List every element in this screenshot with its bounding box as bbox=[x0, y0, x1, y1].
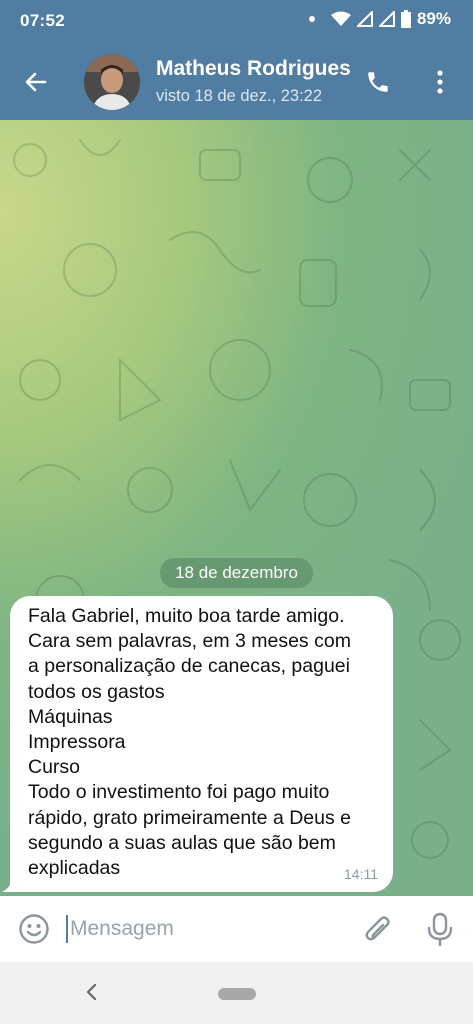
phone-icon bbox=[368, 72, 388, 92]
back-arrow-icon bbox=[25, 72, 47, 92]
message-text-line: Curso bbox=[28, 756, 81, 779]
more-vertical-icon bbox=[437, 70, 443, 94]
status-time: 07:52 bbox=[20, 11, 65, 30]
call-button[interactable] bbox=[362, 66, 394, 98]
signal-icon bbox=[378, 11, 395, 27]
contact-name[interactable]: Matheus Rodrigues bbox=[156, 57, 350, 81]
emoji-button[interactable] bbox=[18, 913, 50, 945]
back-button[interactable] bbox=[20, 66, 52, 98]
battery-icon bbox=[400, 10, 411, 28]
emoji-icon bbox=[19, 914, 49, 944]
system-nav-bar bbox=[0, 962, 473, 1024]
date-separator: 18 de dezembro bbox=[160, 558, 313, 588]
avatar-photo bbox=[84, 54, 140, 110]
message-text-line: Cara sem palavras, em 3 meses com bbox=[28, 630, 351, 653]
message-text-line: Todo o investimento foi pago muito bbox=[28, 781, 330, 804]
message-text-line: Fala Gabriel, muito boa tarde amigo. bbox=[28, 605, 345, 627]
last-seen-status: visto 18 de dez., 23:22 bbox=[156, 87, 323, 105]
contact-avatar[interactable] bbox=[84, 54, 140, 110]
message-text-line: explicadas bbox=[28, 857, 121, 880]
notification-dot-icon bbox=[308, 16, 315, 22]
chat-app-bar: Matheus Rodrigues visto 18 de dez., 23:2… bbox=[0, 44, 473, 120]
message-text-line: Máquinas bbox=[28, 705, 113, 728]
message-composer bbox=[0, 896, 473, 962]
nav-back-icon[interactable] bbox=[82, 980, 102, 1004]
paperclip-icon bbox=[365, 916, 390, 941]
bubble-tail bbox=[2, 880, 18, 892]
header-area: 07:52 89% Matheus Rodrigues visto 18 de … bbox=[0, 0, 473, 120]
wifi-icon bbox=[330, 11, 351, 26]
voice-message-button[interactable] bbox=[426, 912, 454, 947]
signal-icon bbox=[356, 11, 373, 27]
message-text-line: Impressora bbox=[28, 731, 126, 754]
microphone-icon bbox=[427, 912, 453, 947]
message-text-line: segundo a suas aulas que são bem bbox=[28, 831, 336, 854]
status-icons: 89% bbox=[308, 9, 451, 29]
more-options-button[interactable] bbox=[424, 66, 456, 98]
message-text-line: rápido, grato primeiramente a Deus e bbox=[28, 806, 351, 829]
message-time: 14:11 bbox=[344, 866, 378, 882]
message-input[interactable] bbox=[70, 915, 340, 943]
message-text-line: a personalização de canecas, paguei bbox=[28, 655, 350, 678]
text-cursor bbox=[66, 915, 68, 943]
chat-background: 18 de dezembro Fala Gabriel, muito boa t… bbox=[0, 120, 473, 896]
message-text-line: todos os gastos bbox=[28, 680, 165, 703]
incoming-message-bubble[interactable]: Fala Gabriel, muito boa tarde amigo. Car… bbox=[10, 596, 393, 892]
nav-home-pill[interactable] bbox=[218, 988, 256, 1000]
attach-button[interactable] bbox=[362, 912, 394, 946]
status-bar: 07:52 89% bbox=[0, 0, 473, 44]
battery-percent: 89% bbox=[416, 9, 451, 28]
